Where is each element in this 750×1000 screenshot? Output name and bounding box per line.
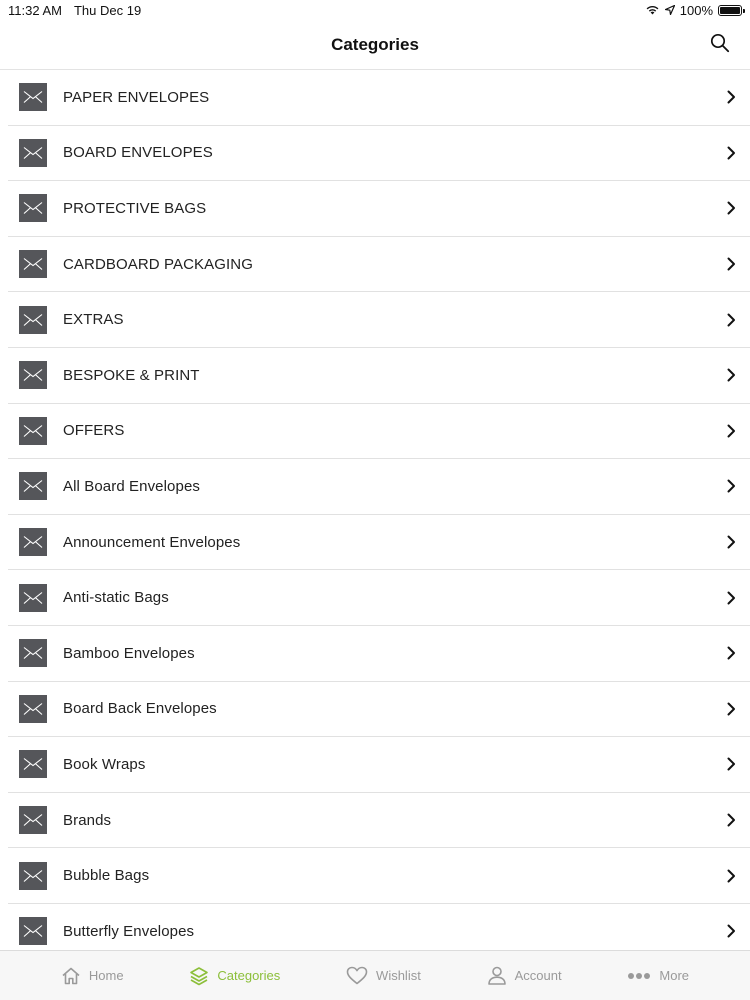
category-row[interactable]: Anti-static Bags xyxy=(8,570,750,626)
envelope-icon xyxy=(19,361,47,390)
category-row[interactable]: Book Wraps xyxy=(8,737,750,793)
category-row[interactable]: CARDBOARD PACKAGING xyxy=(8,237,750,293)
envelope-icon xyxy=(19,83,47,112)
category-label: Brands xyxy=(63,811,112,829)
envelope-icon xyxy=(19,528,47,557)
category-label: All Board Envelopes xyxy=(63,477,200,495)
tab-home[interactable]: Home xyxy=(61,967,124,985)
tab-label: Wishlist xyxy=(376,968,421,983)
chevron-right-icon xyxy=(726,702,736,716)
envelope-icon xyxy=(19,250,47,279)
category-label: OFFERS xyxy=(63,422,125,440)
envelope-icon xyxy=(19,917,47,946)
category-row[interactable]: Bamboo Envelopes xyxy=(8,626,750,682)
category-row[interactable]: Bubble Bags xyxy=(8,848,750,904)
chevron-right-icon xyxy=(726,368,736,382)
chevron-right-icon xyxy=(726,924,736,938)
chevron-right-icon xyxy=(726,813,736,827)
battery-icon xyxy=(718,4,745,16)
envelope-icon xyxy=(19,305,47,334)
category-row[interactable]: PAPER ENVELOPES xyxy=(8,70,750,126)
page-title: Categories xyxy=(331,34,419,54)
chevron-right-icon xyxy=(726,479,736,493)
tab-label: Home xyxy=(88,968,124,983)
chevron-right-icon xyxy=(726,869,736,883)
category-row[interactable]: PROTECTIVE BAGS xyxy=(8,181,750,237)
status-time: 11:32 AM xyxy=(8,2,62,18)
envelope-icon xyxy=(19,639,47,668)
status-bar: 11:32 AM Thu Dec 19 100% xyxy=(0,0,750,20)
envelope-icon xyxy=(19,416,47,445)
heart-icon xyxy=(346,966,368,985)
tab-wishlist[interactable]: Wishlist xyxy=(346,966,421,985)
nav-bar: Categories xyxy=(0,20,750,70)
category-label: EXTRAS xyxy=(63,311,124,329)
category-row[interactable]: EXTRAS xyxy=(8,292,750,348)
category-label: Board Back Envelopes xyxy=(63,700,217,718)
layers-icon xyxy=(189,966,209,986)
envelope-icon xyxy=(19,806,47,835)
tab-bar: Home Categories Wishlist Account More xyxy=(0,950,750,1000)
status-date: Thu Dec 19 xyxy=(73,2,142,18)
envelope-icon xyxy=(19,194,47,223)
category-row[interactable]: All Board Envelopes xyxy=(8,459,750,515)
category-label: PROTECTIVE BAGS xyxy=(63,199,207,217)
tab-label: Categories xyxy=(217,968,281,983)
chevron-right-icon xyxy=(726,646,736,660)
envelope-icon xyxy=(19,583,47,612)
tab-account[interactable]: Account xyxy=(487,966,562,985)
envelope-icon xyxy=(19,694,47,723)
status-right: 100% xyxy=(645,2,745,18)
app-screen: 11:32 AM Thu Dec 19 100% Categories PAPE… xyxy=(0,0,750,1000)
search-button[interactable] xyxy=(708,33,732,57)
category-list: PAPER ENVELOPES BOARD ENVELOPES PROTECTIVE… xyxy=(0,70,750,950)
category-row[interactable]: OFFERS xyxy=(8,404,750,460)
category-row[interactable]: Board Back Envelopes xyxy=(8,682,750,738)
chevron-right-icon xyxy=(726,201,736,215)
category-row[interactable]: Announcement Envelopes xyxy=(8,515,750,571)
envelope-icon xyxy=(19,750,47,779)
chevron-right-icon xyxy=(726,591,736,605)
category-label: BOARD ENVELOPES xyxy=(63,144,213,162)
category-row[interactable]: BOARD ENVELOPES xyxy=(8,126,750,182)
category-label: Butterfly Envelopes xyxy=(63,922,195,940)
chevron-right-icon xyxy=(726,424,736,438)
envelope-icon xyxy=(19,138,47,167)
category-row[interactable]: Butterfly Envelopes xyxy=(8,904,750,950)
category-label: Bamboo Envelopes xyxy=(63,644,195,662)
status-left: 11:32 AM Thu Dec 19 xyxy=(8,3,141,18)
chevron-right-icon xyxy=(726,146,736,160)
tab-label: More xyxy=(659,968,690,983)
search-icon xyxy=(710,33,730,58)
envelope-icon xyxy=(19,861,47,890)
chevron-right-icon xyxy=(726,313,736,327)
chevron-right-icon xyxy=(726,257,736,271)
home-icon xyxy=(61,967,81,985)
user-icon xyxy=(487,966,507,985)
chevron-right-icon xyxy=(726,90,736,104)
category-label: Anti-static Bags xyxy=(63,589,169,607)
more-dots-icon xyxy=(627,972,651,980)
chevron-right-icon xyxy=(726,757,736,771)
tab-more[interactable]: More xyxy=(627,968,689,983)
chevron-right-icon xyxy=(726,535,736,549)
tab-categories[interactable]: Categories xyxy=(189,966,280,986)
envelope-icon xyxy=(19,472,47,501)
wifi-icon xyxy=(645,3,660,18)
category-label: Bubble Bags xyxy=(63,867,150,885)
category-label: CARDBOARD PACKAGING xyxy=(63,255,253,273)
category-label: BESPOKE & PRINT xyxy=(63,366,200,384)
location-icon xyxy=(664,3,675,18)
category-row[interactable]: Brands xyxy=(8,793,750,849)
category-label: PAPER ENVELOPES xyxy=(63,88,210,106)
tab-label: Account xyxy=(514,968,562,983)
category-row[interactable]: BESPOKE & PRINT xyxy=(8,348,750,404)
battery-percent: 100% xyxy=(679,2,713,18)
category-label: Announcement Envelopes xyxy=(63,533,241,551)
category-label: Book Wraps xyxy=(63,755,146,773)
